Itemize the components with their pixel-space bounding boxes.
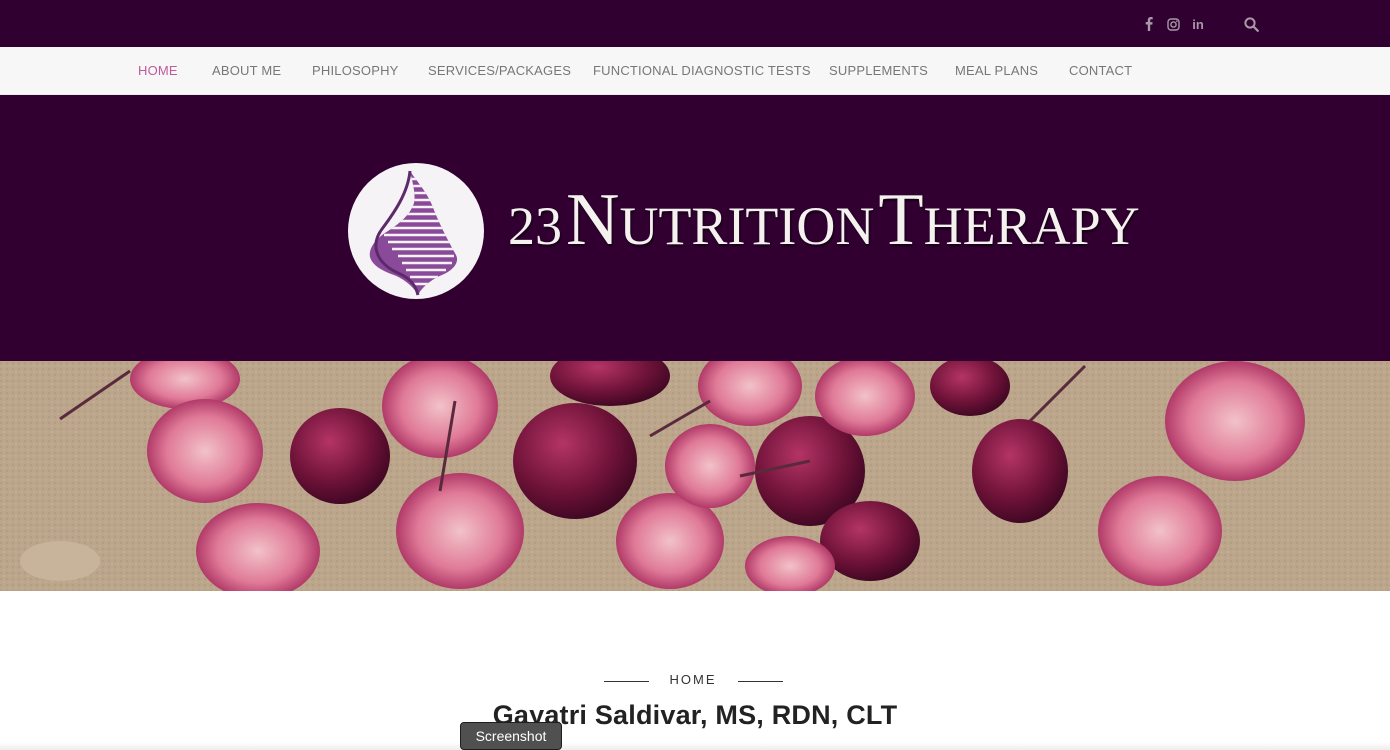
search-icon[interactable] — [1242, 14, 1260, 34]
nav-item-contact[interactable]: CONTACT — [1069, 47, 1132, 95]
brand-word1-rest: UTRITION — [619, 196, 875, 256]
screenshot-badge[interactable]: Screenshot — [460, 722, 562, 750]
breadcrumb-label: HOME — [669, 672, 717, 687]
main-nav: HOME ABOUT ME PHILOSOPHY SERVICES/PACKAG… — [0, 47, 1390, 95]
breadcrumb-rule-left — [604, 681, 649, 682]
site-logo[interactable] — [348, 163, 484, 299]
linkedin-icon-text: in — [1192, 16, 1204, 32]
brand-wordmark: 23 NUTRITION THERAPY — [508, 178, 1140, 278]
nav-item-supplements[interactable]: SUPPLEMENTS — [829, 47, 928, 95]
nav-item-philosophy[interactable]: PHILOSOPHY — [312, 47, 399, 95]
facebook-icon[interactable] — [1143, 14, 1155, 34]
nav-item-meal-plans[interactable]: MEAL PLANS — [955, 47, 1038, 95]
bottom-fade — [0, 742, 1390, 750]
nav-list: HOME ABOUT ME PHILOSOPHY SERVICES/PACKAG… — [0, 47, 1390, 95]
hero-fruit-image — [0, 361, 1390, 591]
nav-item-functional-diagnostic-tests[interactable]: FUNCTIONAL DIAGNOSTIC TESTS — [593, 47, 811, 95]
brand-word2-rest: HERAPY — [923, 196, 1140, 256]
dna-logo-icon — [369, 170, 458, 296]
breadcrumb: HOME — [0, 672, 1390, 692]
linkedin-icon[interactable]: in — [1189, 14, 1207, 34]
nav-item-services-packages[interactable]: SERVICES/PACKAGES — [428, 47, 571, 95]
nav-item-home[interactable]: HOME — [138, 47, 178, 95]
instagram-icon[interactable] — [1165, 14, 1181, 34]
breadcrumb-rule-right — [738, 681, 783, 682]
brand-number: 23 — [508, 196, 562, 256]
top-bar: in — [0, 0, 1390, 47]
brand-word2-initial: T — [878, 179, 924, 261]
nav-item-about-me[interactable]: ABOUT ME — [212, 47, 281, 95]
page-title: Gayatri Saldivar, MS, RDN, CLT — [492, 700, 898, 730]
brand-word1-initial: N — [566, 179, 620, 261]
